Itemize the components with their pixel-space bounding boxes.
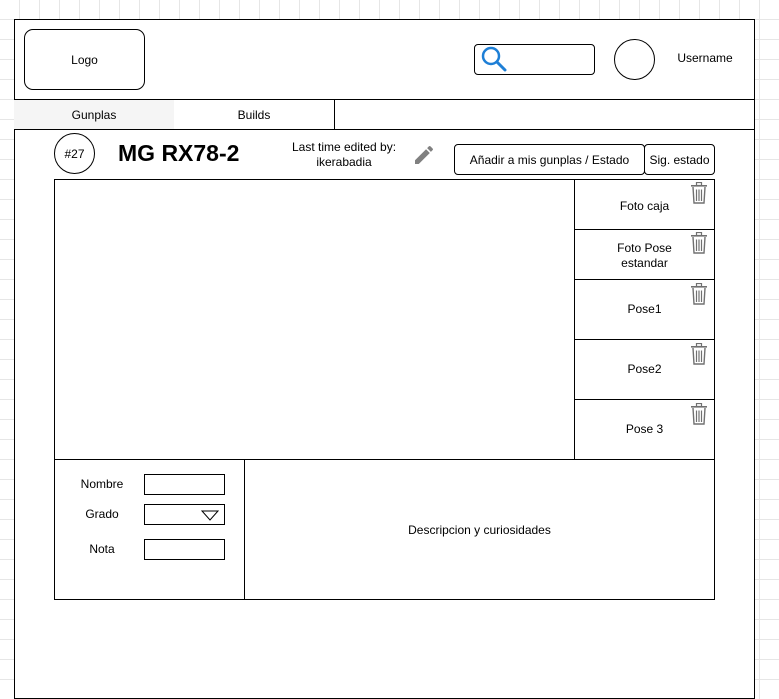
thumbnail-label: Foto caja bbox=[619, 199, 670, 213]
gunpla-number: #27 bbox=[64, 146, 85, 161]
add-button-label: Añadir a mis gunplas / Estado bbox=[469, 152, 630, 167]
trash-icon[interactable] bbox=[690, 283, 708, 305]
pencil-icon[interactable] bbox=[412, 143, 436, 167]
thumbnail-label: Pose 3 bbox=[625, 422, 664, 436]
chevron-down-icon bbox=[201, 510, 219, 521]
last-edited-user: ikerabadia bbox=[316, 155, 372, 169]
tab-label: Builds bbox=[237, 107, 271, 122]
add-to-collection-button[interactable]: Añadir a mis gunplas / Estado bbox=[454, 144, 645, 175]
username[interactable]: Username bbox=[665, 51, 745, 65]
thumbnail-label: Foto Pose estandar bbox=[617, 240, 672, 270]
tab-builds[interactable]: Builds bbox=[174, 99, 335, 130]
next-state-button[interactable]: Sig. estado bbox=[644, 144, 715, 175]
page-title: MG RX78-2 bbox=[118, 140, 240, 166]
grade-label: Grado bbox=[85, 507, 119, 521]
search-icon[interactable] bbox=[481, 46, 507, 72]
thumbnail-label: Pose2 bbox=[627, 362, 662, 376]
tab-gunplas[interactable]: Gunplas bbox=[14, 99, 175, 130]
trash-icon[interactable] bbox=[690, 343, 708, 365]
trash-icon[interactable] bbox=[690, 403, 708, 425]
avatar[interactable] bbox=[614, 39, 655, 80]
last-edited-label: Last time edited by: bbox=[291, 140, 397, 154]
note-field[interactable] bbox=[144, 539, 225, 560]
logo[interactable]: Logo bbox=[24, 29, 145, 90]
description-text: Descripcion y curiosidades bbox=[408, 522, 551, 537]
grade-select[interactable] bbox=[144, 504, 225, 525]
trash-icon[interactable] bbox=[690, 182, 708, 204]
gunpla-number-badge: #27 bbox=[54, 133, 95, 174]
thumbnail-label: Pose1 bbox=[627, 302, 662, 316]
description-area[interactable]: Descripcion y curiosidades bbox=[244, 459, 715, 600]
last-edited-info: Last time edited by: ikerabadia bbox=[284, 140, 404, 170]
main-image[interactable] bbox=[54, 179, 575, 460]
tab-label: Gunplas bbox=[71, 107, 117, 122]
name-field[interactable] bbox=[144, 474, 225, 495]
note-label: Nota bbox=[89, 542, 115, 556]
logo-label: Logo bbox=[71, 52, 98, 67]
trash-icon[interactable] bbox=[690, 232, 708, 254]
next-state-label: Sig. estado bbox=[649, 152, 710, 167]
name-label: Nombre bbox=[80, 477, 124, 491]
